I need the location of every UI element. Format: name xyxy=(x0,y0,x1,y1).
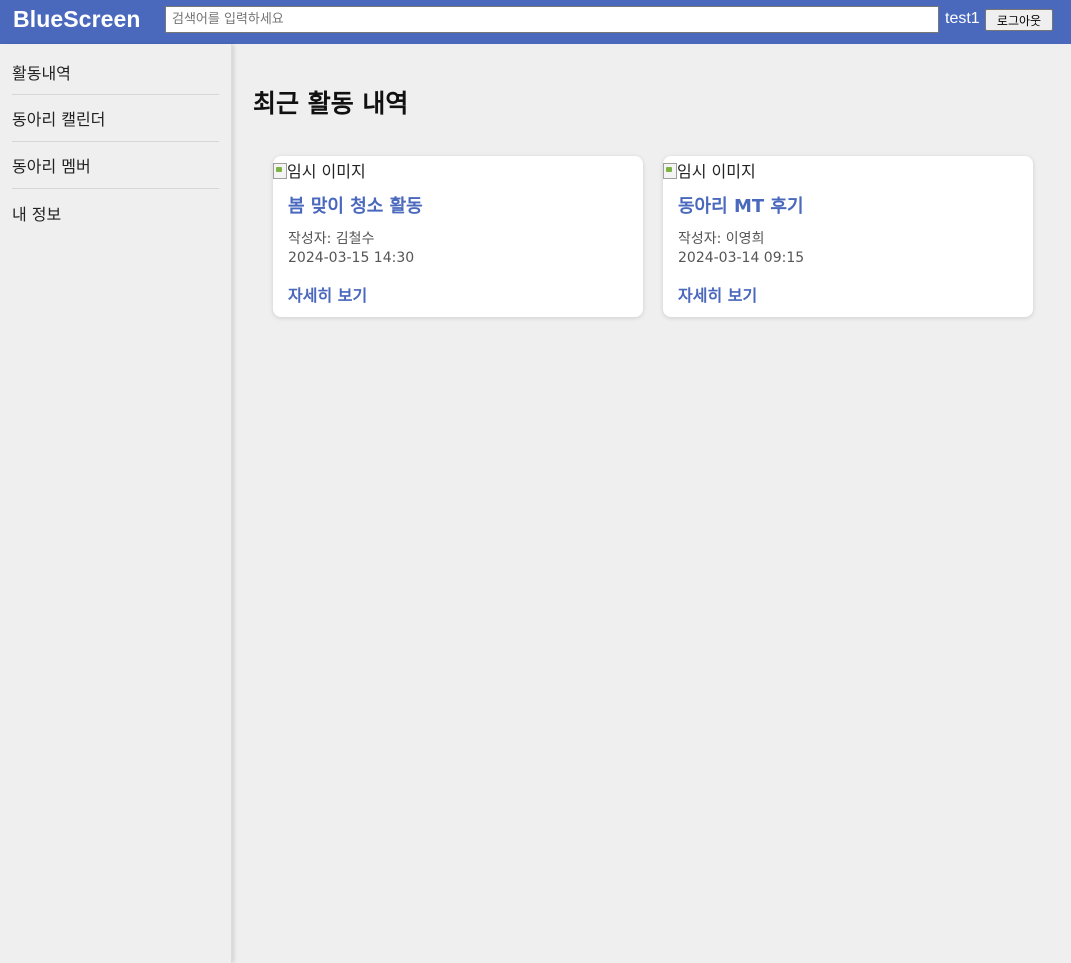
sidebar-item-calendar[interactable]: 동아리 캘린더 xyxy=(12,95,219,142)
sidebar-item-my-info[interactable]: 내 정보 xyxy=(12,189,219,236)
card-date: 2024-03-14 09:15 xyxy=(678,250,805,266)
card-image: 임시 이미지 xyxy=(663,158,756,182)
username-label: test1 xyxy=(945,10,980,27)
card-title: 봄 맞이 청소 활동 xyxy=(288,196,423,217)
sidebar-item-activity[interactable]: 활동내역 xyxy=(12,44,219,95)
activity-card: 임시 이미지 동아리 MT 후기 작성자: 이영희 2024-03-14 09:… xyxy=(663,156,1033,317)
card-image: 임시 이미지 xyxy=(273,158,366,182)
app-logo[interactable]: BlueScreen xyxy=(13,6,141,33)
top-header: BlueScreen test1 로그아웃 xyxy=(0,0,1071,44)
view-details-link[interactable]: 자세히 보기 xyxy=(288,282,367,306)
card-image-alt: 임시 이미지 xyxy=(287,162,366,181)
search-input[interactable] xyxy=(165,6,939,33)
view-details-link[interactable]: 자세히 보기 xyxy=(678,282,757,306)
activity-card: 임시 이미지 봄 맞이 청소 활동 작성자: 김철수 2024-03-15 14… xyxy=(273,156,643,317)
card-image-alt: 임시 이미지 xyxy=(677,162,756,181)
sidebar-item-members[interactable]: 동아리 멤버 xyxy=(12,142,219,189)
card-author: 작성자: 김철수 xyxy=(288,231,375,247)
broken-image-icon xyxy=(663,162,677,179)
sidebar-nav: 활동내역 동아리 캘린더 동아리 멤버 내 정보 xyxy=(0,44,232,963)
card-title: 동아리 MT 후기 xyxy=(678,196,804,217)
page-title: 최근 활동 내역 xyxy=(253,89,409,118)
broken-image-icon xyxy=(273,162,287,179)
card-date: 2024-03-15 14:30 xyxy=(288,250,415,266)
logout-button[interactable]: 로그아웃 xyxy=(985,9,1053,31)
card-author: 작성자: 이영희 xyxy=(678,231,765,247)
